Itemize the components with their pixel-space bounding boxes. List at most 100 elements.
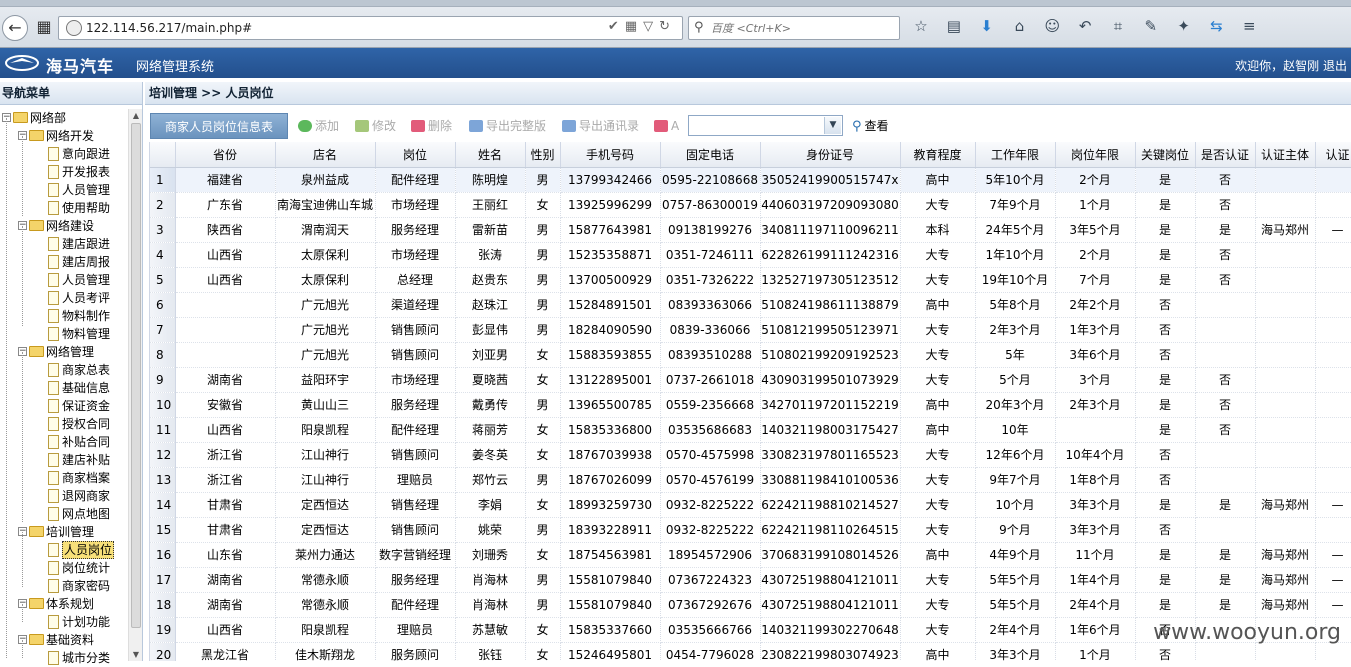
menu-icon[interactable]: ≡ xyxy=(1236,17,1262,35)
welcome-logout[interactable]: 欢迎你，赵智刚 退出 xyxy=(1235,57,1347,74)
column-header[interactable]: 关键岗位 xyxy=(1135,142,1196,168)
add-button[interactable]: 添加 xyxy=(298,117,339,135)
sidebar-item[interactable]: − 体系规划 xyxy=(0,595,128,613)
sidebar-item[interactable]: 使用帮助 xyxy=(0,199,128,217)
table-cell: 1年3个月 xyxy=(1055,317,1136,343)
sidebar-item[interactable]: 岗位统计 xyxy=(0,559,128,577)
table-row[interactable]: 9 湖南省 益阳环宇 市场经理 夏晓茜女 13122895001 0737-2661018 4… xyxy=(150,367,1351,393)
table-cell: 7个月 xyxy=(1055,267,1136,293)
sidebar-item[interactable]: 人员管理 xyxy=(0,271,128,289)
edit-button[interactable]: 修改 xyxy=(355,117,396,135)
comment-icon[interactable]: ✎ xyxy=(1138,17,1164,35)
delete-button[interactable]: 删除 xyxy=(411,117,452,135)
column-header[interactable]: 店名 xyxy=(275,142,376,168)
sidebar-item[interactable]: 意向跟进 xyxy=(0,145,128,163)
sidebar-item[interactable]: 基础信息 xyxy=(0,379,128,397)
sidebar-item[interactable]: − 网络部 xyxy=(0,109,128,127)
table-row[interactable]: 16 山东省 莱州力通达 数字营销经理 刘珊秀女 18754563981 189545729… xyxy=(150,542,1351,568)
scrollbar-thumb[interactable] xyxy=(131,123,141,628)
sidebar-item[interactable]: 计划功能 xyxy=(0,613,128,631)
export-contacts-button[interactable]: 导出通讯录 xyxy=(562,117,639,135)
sidebar-item[interactable]: − 网络建设 xyxy=(0,217,128,235)
view-button[interactable]: ⚲ 查看 xyxy=(852,117,889,135)
search-box[interactable]: ⚲ xyxy=(688,16,900,40)
row-number: 19 xyxy=(150,617,176,643)
sync-icon[interactable]: ⇆ xyxy=(1203,17,1229,35)
column-header[interactable]: 岗位年限 xyxy=(1055,142,1136,168)
chat-icon[interactable]: ☺ xyxy=(1039,17,1065,35)
sidebar-item[interactable]: − 网络管理 xyxy=(0,343,128,361)
download-icon[interactable]: ⬇ xyxy=(974,17,1000,35)
chevron-down-icon[interactable]: ▼ xyxy=(824,117,841,134)
back-arrow-icon[interactable]: ← xyxy=(2,15,28,41)
table-row[interactable]: 5 山西省 太原保利 总经理 赵贵东男 13700500929 0351-7326222 13… xyxy=(150,267,1351,293)
column-header[interactable]: 省份 xyxy=(175,142,276,168)
export-full-button[interactable]: 导出完整版 xyxy=(469,117,546,135)
column-header[interactable]: 认证主体 xyxy=(1255,142,1316,168)
extension-icon[interactable]: ✦ xyxy=(1171,17,1197,35)
sidebar-item[interactable]: 建店周报 xyxy=(0,253,128,271)
scroll-up-icon[interactable]: ▲ xyxy=(131,111,141,120)
table-row[interactable]: 4 山西省 太原保利 市场经理 张涛男 15235358871 0351-7246111 62… xyxy=(150,242,1351,268)
table-row[interactable]: 11 山西省 阳泉凯程 配件经理 蒋丽芳女 15835336800 03535686683 1… xyxy=(150,417,1351,443)
sidebar-scrollbar[interactable]: ▲ ▼ xyxy=(128,109,142,661)
column-header[interactable]: 认证 xyxy=(1315,142,1351,168)
table-cell xyxy=(1195,517,1256,543)
column-header[interactable]: 固定电话 xyxy=(660,142,761,168)
home-icon[interactable]: ⌂ xyxy=(1006,17,1032,35)
column-header[interactable]: 性别 xyxy=(525,142,561,168)
address-bar-tools[interactable]: ✔▦▽↻ xyxy=(608,19,676,34)
table-row[interactable]: 3 陕西省 渭南润天 服务经理 雷新苗男 15877643981 09138199276 34… xyxy=(150,217,1351,243)
star-icon[interactable]: ☆ xyxy=(908,17,934,35)
apps-grid-icon[interactable]: ▦ xyxy=(31,15,57,41)
column-header[interactable]: 身份证号 xyxy=(760,142,901,168)
column-header[interactable] xyxy=(150,142,176,168)
sidebar-item[interactable]: 建店补贴 xyxy=(0,451,128,469)
sidebar-item[interactable]: 授权合同 xyxy=(0,415,128,433)
column-header[interactable]: 手机号码 xyxy=(560,142,661,168)
table-row[interactable]: 13 浙江省 江山神行 理赔员 郑竹云男 18767026099 0570-4576199 3… xyxy=(150,467,1351,493)
table-row[interactable]: 1 福建省 泉州益成 配件经理 陈明煌男 13799342466 0595-22108668… xyxy=(150,167,1351,193)
search-input[interactable] xyxy=(711,20,891,36)
sidebar-item[interactable]: 退网商家 xyxy=(0,487,128,505)
column-header[interactable]: 姓名 xyxy=(455,142,526,168)
table-row[interactable]: 14 甘肃省 定西恒达 销售经理 李娟女 18993259730 0932-8225222 6… xyxy=(150,492,1351,518)
sidebar-item[interactable]: 保证资金 xyxy=(0,397,128,415)
column-header[interactable]: 工作年限 xyxy=(975,142,1056,168)
sidebar-item[interactable]: 网点地图 xyxy=(0,505,128,523)
table-row[interactable]: 6 广元旭光 渠道经理 赵珠江男 15284891501 08393363066 51082… xyxy=(150,292,1351,318)
filter-select[interactable]: ▼ xyxy=(688,115,843,136)
sidebar-item[interactable]: 物料管理 xyxy=(0,325,128,343)
table-row[interactable]: 8 广元旭光 销售顾问 刘亚男女 15883593855 08393510288 51080… xyxy=(150,342,1351,368)
scroll-down-icon[interactable]: ▼ xyxy=(131,650,141,659)
column-header[interactable]: 教育程度 xyxy=(900,142,976,168)
sidebar-item[interactable]: 商家密码 xyxy=(0,577,128,595)
sidebar-item[interactable]: 人员岗位 xyxy=(0,541,128,559)
sidebar-item[interactable]: − 基础资料 xyxy=(0,631,128,649)
table-row[interactable]: 7 广元旭光 销售顾问 彭显伟男 18284090590 0839-336066 51081… xyxy=(150,317,1351,343)
table-row[interactable]: 17 湖南省 常德永顺 服务经理 肖海林男 15581079840 07367224323 4… xyxy=(150,567,1351,593)
table-row[interactable]: 12 浙江省 江山神行 销售顾问 姜冬英女 18767039938 0570-4575998… xyxy=(150,442,1351,468)
table-row[interactable]: 15 甘肃省 定西恒达 销售顾问 姚荣男 18393228911 0932-8225222 6… xyxy=(150,517,1351,543)
sidebar-item[interactable]: 物料制作 xyxy=(0,307,128,325)
undo-icon[interactable]: ↶ xyxy=(1072,17,1098,35)
sidebar-item[interactable]: 开发报表 xyxy=(0,163,128,181)
table-row[interactable]: 10 安徽省 黄山山三 服务经理 戴勇传男 13965500785 0559-2356668… xyxy=(150,392,1351,418)
sidebar-item[interactable]: − 网络开发 xyxy=(0,127,128,145)
sidebar-item[interactable]: 商家档案 xyxy=(0,469,128,487)
sidebar-item[interactable]: 补贴合同 xyxy=(0,433,128,451)
sidebar-item[interactable]: − 培训管理 xyxy=(0,523,128,541)
sidebar-item[interactable]: 商家总表 xyxy=(0,361,128,379)
column-header[interactable]: 岗位 xyxy=(375,142,456,168)
table-row[interactable]: 2 广东省 南海宝迪佛山车城 市场经理 王丽红女 13925996299 0757-8630… xyxy=(150,192,1351,218)
sidebar-item[interactable]: 人员管理 xyxy=(0,181,128,199)
address-bar[interactable]: 122.114.56.217/main.php# ✔▦▽↻ xyxy=(58,16,683,40)
sidebar-item[interactable]: 人员考评 xyxy=(0,289,128,307)
table-cell: — xyxy=(1315,592,1351,618)
sidebar-item[interactable]: 建店跟进 xyxy=(0,235,128,253)
column-header[interactable]: 是否认证 xyxy=(1195,142,1256,168)
table-row[interactable]: 18 湖南省 常德永顺 配件经理 肖海林男 15581079840 07367292676 4… xyxy=(150,592,1351,618)
sidebar-item[interactable]: 城市分类 xyxy=(0,649,128,667)
reader-icon[interactable]: ▤ xyxy=(941,17,967,35)
crop-icon[interactable]: ⌗ xyxy=(1105,17,1131,35)
